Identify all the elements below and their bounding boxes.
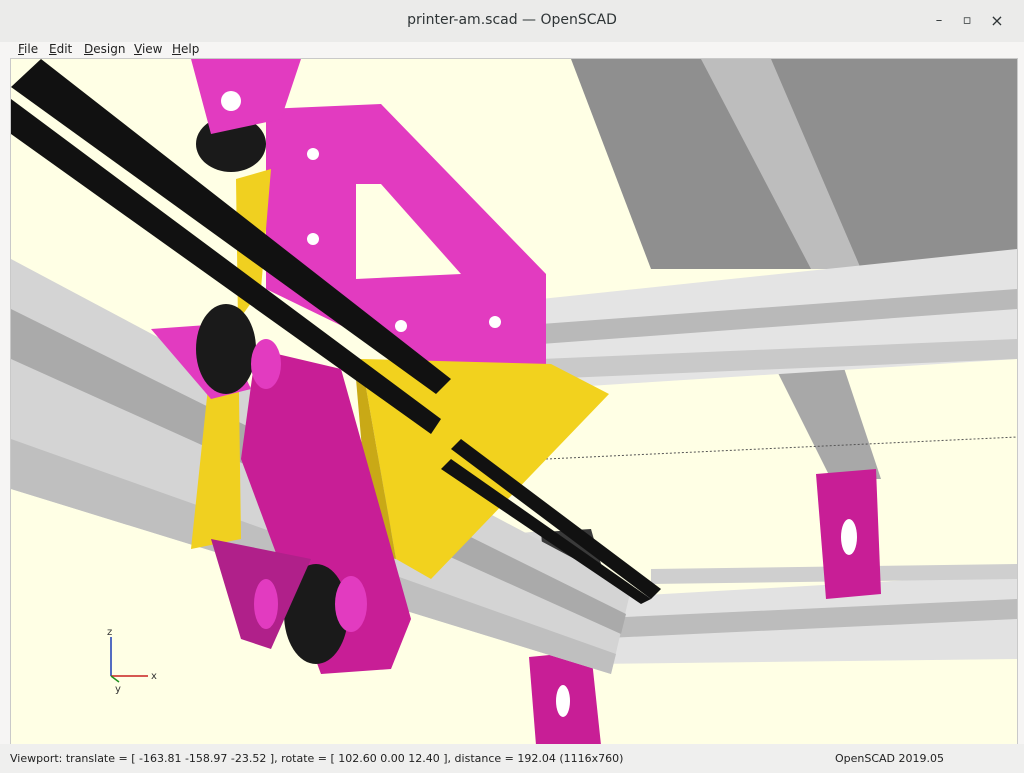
menu-edit[interactable]: Edit: [49, 42, 72, 56]
menu-view-label: iew: [141, 42, 163, 56]
plate-hole-1: [307, 148, 319, 160]
viewport-status: Viewport: translate = [ -163.81 -158.97 …: [10, 752, 624, 765]
menu-design-label: esign: [93, 42, 126, 56]
lower-pulley-hub: [254, 579, 278, 629]
menu-view-accel: V: [134, 42, 142, 56]
menu-bar: File Edit Design View Help: [0, 42, 1024, 58]
right-bracket-hole: [841, 519, 857, 555]
menu-design[interactable]: Design: [84, 42, 125, 56]
maximize-button[interactable]: ▫: [958, 12, 976, 30]
plate-hole-3: [395, 320, 407, 332]
vertical-beam: [771, 359, 881, 479]
plate-hole-4: [489, 316, 501, 328]
mid-pulley: [196, 304, 256, 394]
y-axis: [110, 675, 120, 683]
lower-hub: [335, 576, 367, 632]
close-button[interactable]: ×: [988, 12, 1006, 30]
menu-help-accel: H: [172, 42, 182, 56]
axis-label-x: x: [151, 671, 157, 682]
window-title: printer-am.scad — OpenSCAD: [407, 12, 617, 28]
plate-hole-2: [307, 233, 319, 245]
title-bar[interactable]: printer-am.scad — OpenSCAD – ▫ ×: [0, 0, 1024, 43]
axis-label-z: z: [107, 627, 112, 638]
openscad-window: printer-am.scad — OpenSCAD – ▫ × File Ed…: [0, 0, 1024, 773]
menu-file[interactable]: File: [18, 42, 38, 56]
reference-line: [545, 436, 1017, 460]
minimize-button[interactable]: –: [930, 12, 948, 30]
bottom-bracket-hole: [556, 685, 570, 717]
scene-render: z x y: [11, 59, 1017, 745]
menu-help[interactable]: Help: [172, 42, 199, 56]
axis-label-y: y: [115, 684, 121, 695]
upper-arm-hole: [221, 91, 241, 111]
menu-file-label: ile: [24, 42, 39, 56]
menu-edit-accel: E: [49, 42, 57, 56]
3d-viewport[interactable]: z x y: [10, 58, 1018, 746]
menu-edit-label: dit: [56, 42, 73, 56]
menu-design-accel: D: [84, 42, 94, 56]
status-bar: Viewport: translate = [ -163.81 -158.97 …: [0, 744, 1024, 773]
menu-view[interactable]: View: [134, 42, 162, 56]
version-label: OpenSCAD 2019.05: [834, 752, 944, 765]
mid-hub: [251, 339, 281, 389]
menu-help-label: elp: [181, 42, 200, 56]
